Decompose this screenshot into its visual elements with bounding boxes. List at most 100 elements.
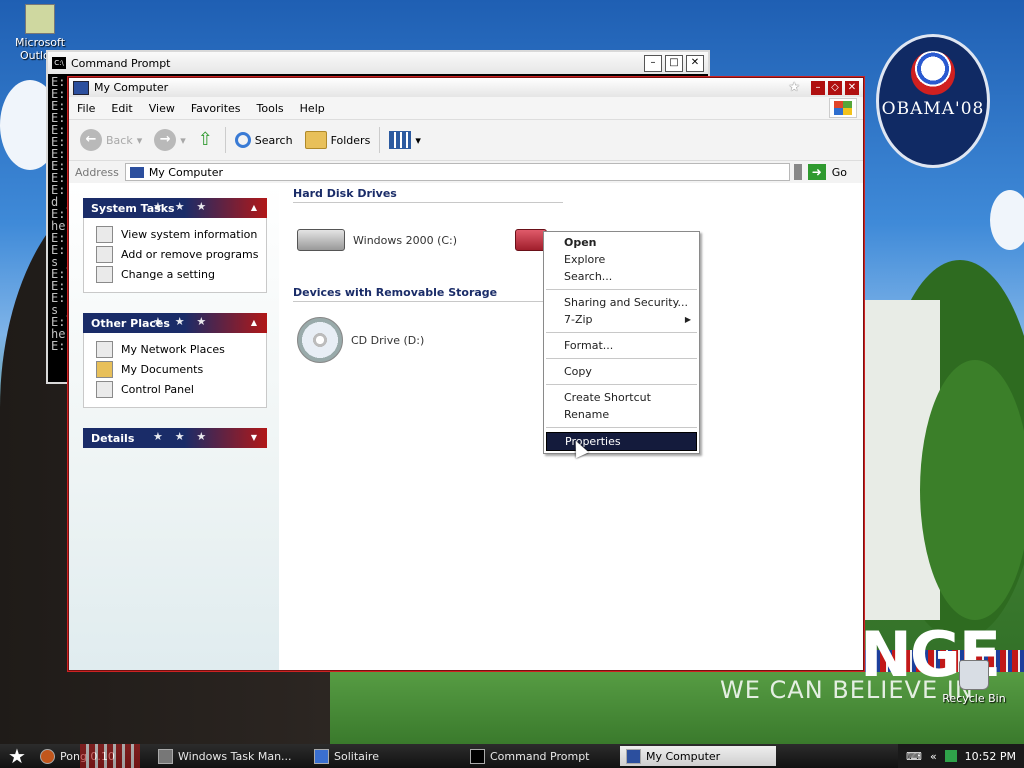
drive-c[interactable]: Windows 2000 (C:) [297, 229, 457, 251]
tree [920, 360, 1024, 620]
other-places-panel: Other Places ★ ★ ★ ▲ My Network Places M… [83, 313, 267, 408]
system-tasks-header[interactable]: System Tasks ★ ★ ★ ▲ [83, 198, 267, 218]
toolbar: ← Back ▾ → ▾ ⇧ Search Folders ▾ [69, 120, 863, 161]
hard-disk-group-header: Hard Disk Drives [293, 187, 563, 203]
control-panel-icon [96, 265, 113, 283]
go-label: Go [831, 165, 847, 179]
recycle-bin-desktop-icon[interactable]: Recycle Bin [936, 660, 1012, 705]
maximize-button[interactable]: ◇ [828, 80, 842, 95]
taskbar-item-label: Windows Task Man... [178, 749, 292, 763]
menu-help[interactable]: Help [292, 102, 333, 115]
clock[interactable]: 10:52 PM [965, 750, 1016, 763]
address-dropdown-button[interactable] [793, 164, 802, 180]
menu-format[interactable]: Format... [546, 337, 697, 354]
submenu-arrow-icon: ▶ [684, 315, 691, 324]
taskbar: ★ Pong 0.10 Windows Task Man... Solitair… [0, 744, 1024, 768]
collapse-chevron-icon[interactable]: ▲ [247, 316, 261, 330]
my-computer-window[interactable]: My Computer ★ – ◇ ✕ File Edit View Favor… [68, 77, 864, 671]
command-prompt-titlebar[interactable]: C:\ Command Prompt – □ ✕ [48, 52, 708, 74]
collapse-chevron-icon[interactable]: ▲ [247, 201, 261, 215]
menu-open[interactable]: Open [546, 234, 697, 251]
my-network-places-link[interactable]: My Network Places [84, 339, 266, 359]
content-area: System Tasks ★ ★ ★ ▲ View system informa… [69, 183, 863, 670]
taskbar-item-solitaire[interactable]: Solitaire [308, 746, 458, 766]
forward-arrow-icon: → [154, 129, 177, 151]
tray-chevron-icon[interactable]: « [930, 750, 937, 763]
go-arrow-icon: ➜ [807, 164, 826, 180]
go-button[interactable]: ➜ Go [807, 164, 847, 180]
menu-separator [546, 358, 697, 359]
views-dropdown-icon: ▾ [415, 133, 421, 147]
add-remove-programs-label: Add or remove programs [121, 247, 259, 261]
menu-tools[interactable]: Tools [249, 102, 292, 115]
menu-edit[interactable]: Edit [103, 102, 140, 115]
my-computer-icon [626, 748, 641, 764]
explorer-titlebar[interactable]: My Computer ★ – ◇ ✕ [69, 78, 863, 97]
start-button[interactable]: ★ [0, 744, 34, 768]
other-places-header[interactable]: Other Places ★ ★ ★ ▲ [83, 313, 267, 333]
change-setting-label: Change a setting [121, 267, 215, 281]
tray-app-icon[interactable] [944, 750, 957, 762]
details-header[interactable]: Details ★ ★ ★ ▼ [83, 428, 267, 448]
folders-label: Folders [330, 133, 371, 147]
close-button[interactable]: ✕ [686, 54, 704, 72]
system-tray: ⌨ « 10:52 PM [898, 744, 1024, 768]
taskbar-item-command-prompt[interactable]: Command Prompt [464, 746, 614, 766]
menu-rename[interactable]: Rename [546, 406, 697, 423]
menu-file[interactable]: File [69, 102, 103, 115]
back-label: Back [106, 133, 133, 147]
windows-logo-icon [829, 98, 857, 118]
menu-properties[interactable]: Properties [546, 432, 697, 451]
menu-explore[interactable]: Explore [546, 251, 697, 268]
campaign-logo-text: OBAMA'08 [881, 99, 985, 119]
taskbar-item-label: Solitaire [334, 749, 379, 763]
minimize-button[interactable]: – [644, 54, 662, 72]
outlook-icon [25, 4, 55, 34]
taskbar-item-my-computer[interactable]: My Computer [620, 746, 776, 766]
console-icon [470, 748, 485, 764]
up-folder-icon: ⇧ [197, 129, 213, 150]
menu-copy[interactable]: Copy [546, 363, 697, 380]
menu-7zip[interactable]: 7-Zip ▶ [546, 311, 697, 328]
drive-d[interactable]: CD Drive (D:) [297, 317, 424, 363]
menu-create-shortcut[interactable]: Create Shortcut [546, 389, 697, 406]
campaign-logo-emblem [911, 51, 955, 95]
control-panel-link[interactable]: Control Panel [84, 379, 266, 399]
add-remove-programs-link[interactable]: Add or remove programs [84, 244, 266, 264]
view-system-info-link[interactable]: View system information [84, 224, 266, 244]
taskbar-item-task-manager[interactable]: Windows Task Man... [152, 746, 302, 766]
folders-icon [304, 131, 327, 149]
expand-chevron-icon[interactable]: ▼ [247, 431, 261, 445]
taskbar-item-label: My Computer [646, 749, 721, 763]
system-tasks-panel: System Tasks ★ ★ ★ ▲ View system informa… [83, 198, 267, 293]
cloud [990, 190, 1024, 250]
menu-search[interactable]: Search... [546, 268, 697, 285]
menu-sharing-security[interactable]: Sharing and Security... [546, 294, 697, 311]
search-button[interactable]: Search [232, 130, 296, 150]
drive-d-label: CD Drive (D:) [351, 333, 425, 347]
views-icon [389, 131, 412, 149]
maximize-button[interactable]: □ [665, 54, 683, 72]
cd-drive-icon [297, 317, 343, 363]
taskbar-item-label: Command Prompt [490, 749, 590, 763]
back-button[interactable]: ← Back ▾ [77, 127, 145, 153]
my-documents-label: My Documents [121, 362, 204, 376]
window-title: My Computer [94, 81, 169, 94]
minimize-button[interactable]: – [811, 80, 825, 95]
change-setting-link[interactable]: Change a setting [84, 264, 266, 284]
forward-button[interactable]: → ▾ [151, 127, 189, 153]
menu-favorites[interactable]: Favorites [183, 102, 249, 115]
address-input[interactable]: My Computer [124, 163, 790, 181]
views-button[interactable]: ▾ [386, 129, 424, 151]
menu-view[interactable]: View [141, 102, 183, 115]
my-documents-link[interactable]: My Documents [84, 359, 266, 379]
close-button[interactable]: ✕ [845, 80, 859, 95]
pong-icon [40, 748, 55, 764]
folders-button[interactable]: Folders [302, 129, 374, 151]
menu-separator [546, 384, 697, 385]
keyboard-icon[interactable]: ⌨ [906, 750, 922, 763]
system-info-icon [96, 225, 113, 243]
up-folder-button[interactable]: ⇧ [195, 128, 219, 152]
search-label: Search [254, 133, 293, 147]
stars-decoration: ★ ★ ★ [153, 200, 211, 213]
